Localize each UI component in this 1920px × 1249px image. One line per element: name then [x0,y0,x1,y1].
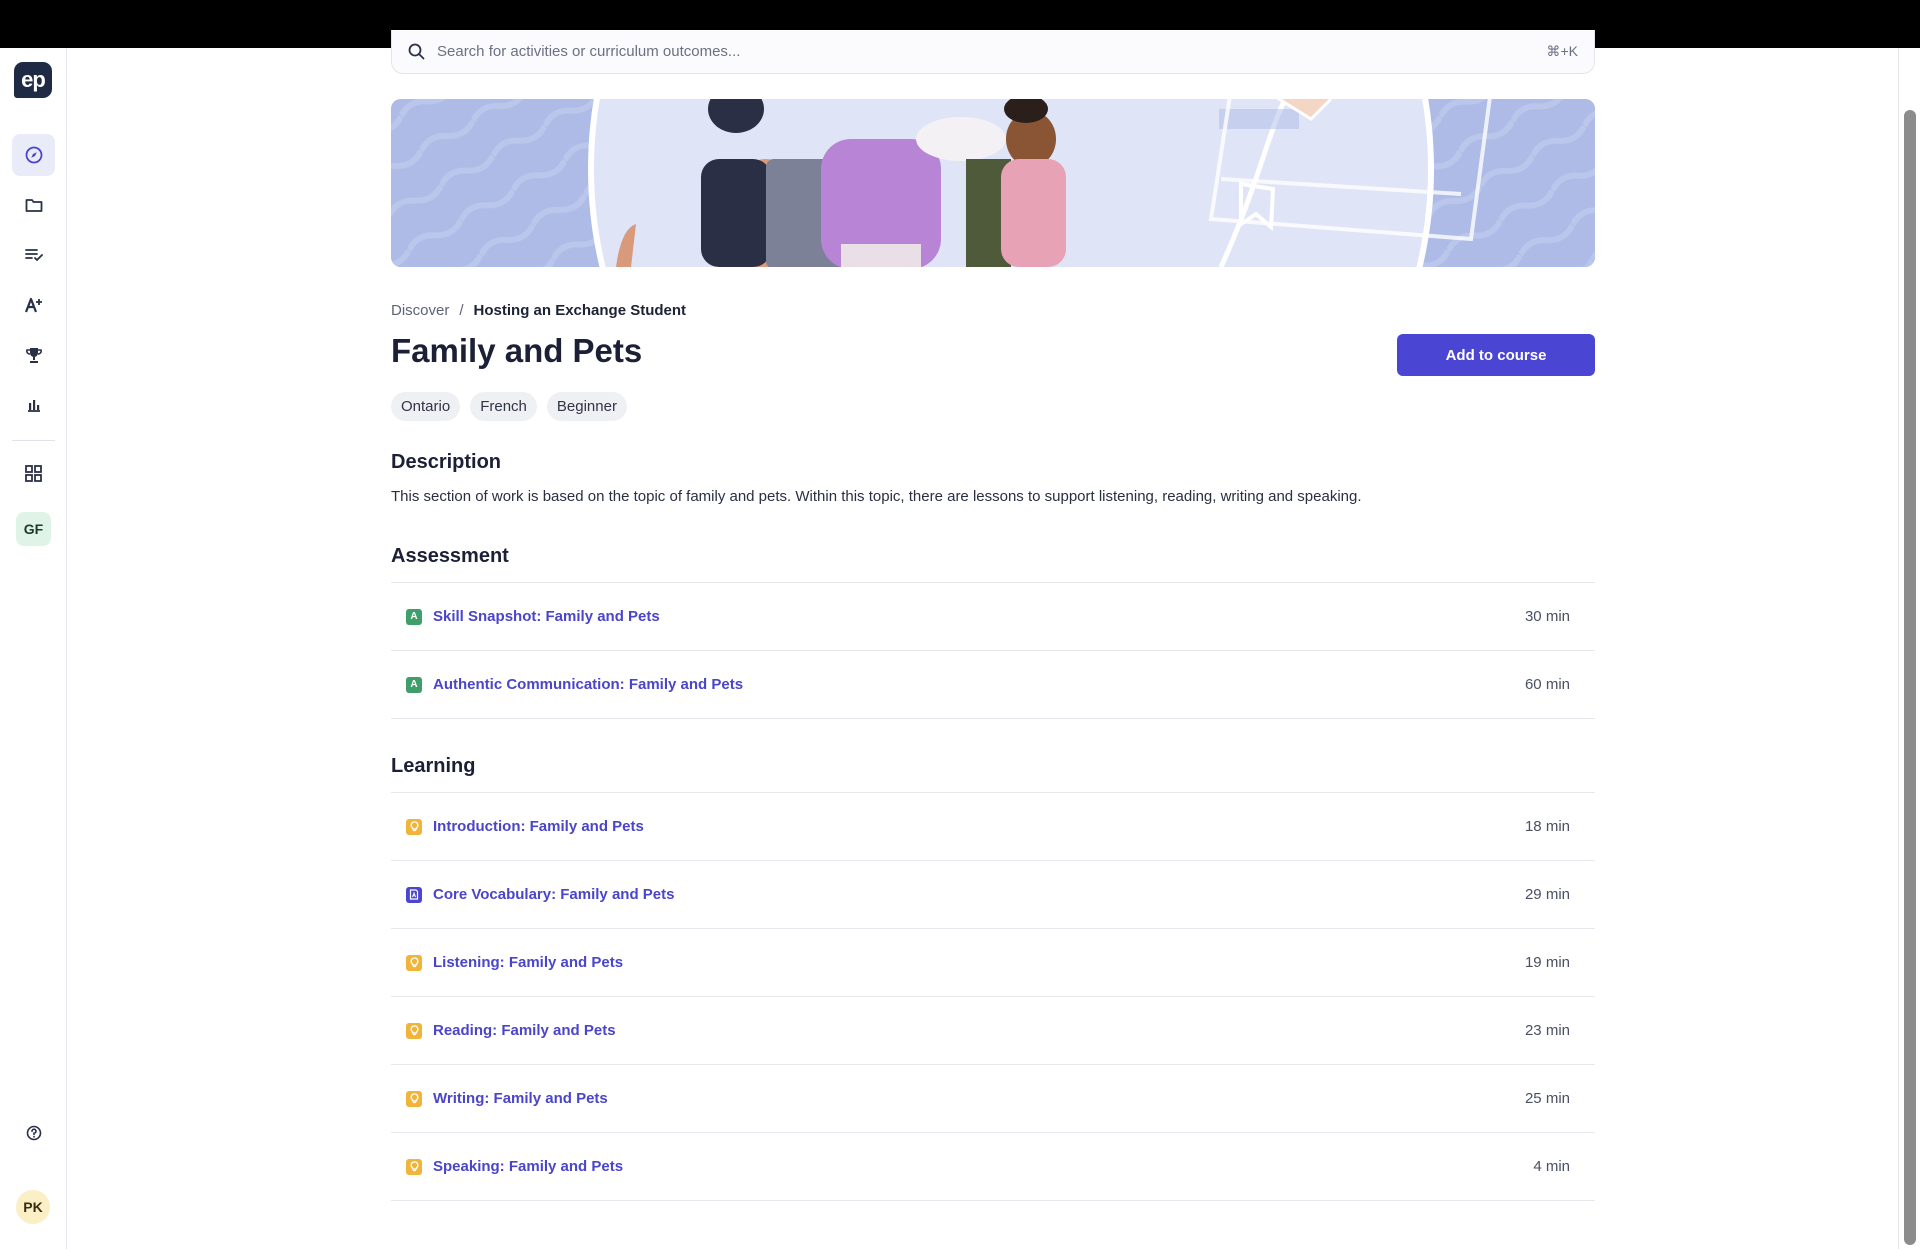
grid-icon [25,464,42,482]
list-item[interactable]: Introduction: Family and Pets 18 min [391,793,1595,861]
app-logo[interactable]: ep [14,62,52,98]
user-avatar[interactable]: PK [16,1190,50,1224]
lightbulb-icon [406,1158,422,1175]
tag-level: Beginner [546,392,627,421]
sidebar-item-reports[interactable] [12,384,55,426]
bar-chart-icon [27,400,40,412]
sidebar: ep GF PK [0,48,67,1249]
tag-region: Ontario [391,392,461,421]
sidebar-item-discover[interactable] [12,134,55,176]
sidebar-item-folders[interactable] [12,184,55,226]
page-title: Family and Pets [391,332,643,369]
activity-link[interactable]: Speaking: Family and Pets [433,1158,1533,1175]
list-item[interactable]: Writing: Family and Pets 25 min [391,1065,1595,1133]
search-icon [408,43,425,60]
activity-duration: 29 min [1524,886,1570,903]
breadcrumb-discover-link[interactable]: Discover [391,302,449,319]
breadcrumb-separator: / [459,302,464,319]
list-item[interactable]: Listening: Family and Pets 19 min [391,929,1595,997]
activity-link[interactable]: Core Vocabulary: Family and Pets [433,886,1525,903]
description-text: This section of work is based on the top… [391,488,1362,505]
activity-duration: 25 min [1524,1090,1570,1107]
activity-link[interactable]: Reading: Family and Pets [433,1022,1525,1039]
tag-list: Ontario French Beginner [391,392,627,421]
workspace-badge[interactable]: GF [16,512,51,546]
lightbulb-icon [406,954,422,971]
activity-link[interactable]: Skill Snapshot: Family and Pets [433,608,1525,625]
activity-duration: 23 min [1524,1022,1570,1039]
description-heading: Description [391,451,502,473]
checklist-icon [24,249,43,262]
sidebar-divider [12,440,55,441]
activity-duration: 30 min [1524,608,1570,625]
lightbulb-icon [406,1090,422,1107]
list-item[interactable]: A Skill Snapshot: Family and Pets 30 min [391,583,1595,651]
assessment-icon: A [406,676,422,693]
grade-icon [24,297,42,313]
compass-icon [25,146,42,164]
folder-icon [25,199,42,212]
activity-duration: 4 min [1533,1158,1570,1175]
learning-list: Introduction: Family and Pets 18 min Cor… [391,792,1595,1201]
learning-heading: Learning [391,755,476,777]
assessment-heading: Assessment [391,545,509,567]
assessment-list: A Skill Snapshot: Family and Pets 30 min… [391,582,1595,719]
add-to-course-button[interactable]: Add to course [1397,334,1595,376]
search-input[interactable]: Search for activities or curriculum outc… [437,43,1546,60]
search-bar[interactable]: Search for activities or curriculum outc… [391,30,1595,74]
help-button[interactable] [12,1112,55,1154]
activity-link[interactable]: Listening: Family and Pets [433,954,1525,971]
activity-link[interactable]: Introduction: Family and Pets [433,818,1525,835]
scrollbar-thumb[interactable] [1904,110,1916,1245]
tag-language: French [470,392,537,421]
lightbulb-icon [406,818,422,835]
sidebar-item-achievements[interactable] [12,334,55,376]
list-item[interactable]: Core Vocabulary: Family and Pets 29 min [391,861,1595,929]
sidebar-item-grades[interactable] [12,284,55,326]
vocabulary-icon [406,886,422,903]
help-icon [26,1125,41,1141]
breadcrumb-current[interactable]: Hosting an Exchange Student [474,302,687,319]
activity-link[interactable]: Writing: Family and Pets [433,1090,1525,1107]
list-item[interactable]: Reading: Family and Pets 23 min [391,997,1595,1065]
breadcrumb: Discover / Hosting an Exchange Student [391,302,686,319]
activity-duration: 19 min [1524,954,1570,971]
search-shortcut: ⌘+K [1546,43,1578,59]
banner-artwork [391,99,1595,267]
assessment-icon: A [406,608,422,625]
sidebar-item-apps[interactable] [12,452,55,494]
activity-link[interactable]: Authentic Communication: Family and Pets [433,676,1525,693]
list-item[interactable]: A Authentic Communication: Family and Pe… [391,651,1595,719]
activity-duration: 60 min [1524,676,1570,693]
list-item[interactable]: Speaking: Family and Pets 4 min [391,1133,1595,1201]
activity-duration: 18 min [1524,818,1570,835]
trophy-icon [25,348,42,363]
sidebar-item-tasks[interactable] [12,234,55,276]
lightbulb-icon [406,1022,422,1039]
banner-illustration [391,99,1595,267]
